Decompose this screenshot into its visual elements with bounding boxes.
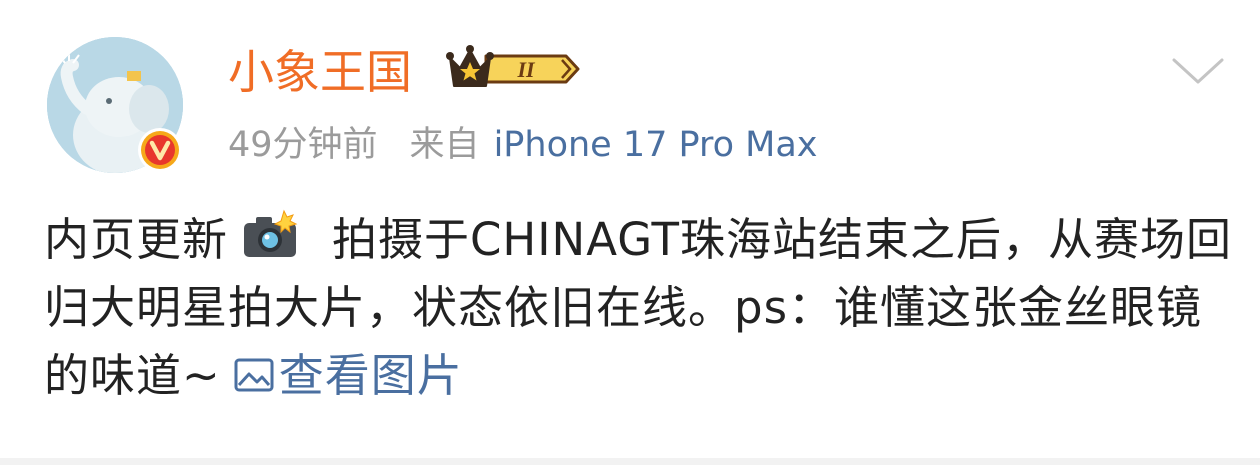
camera-flash-icon bbox=[240, 209, 300, 261]
view-image-label: 查看图片 bbox=[278, 349, 463, 402]
chevron-down-icon[interactable] bbox=[1170, 56, 1226, 86]
post-text-prefix: 内页更新 bbox=[44, 213, 229, 266]
device-link[interactable]: iPhone 17 Pro Max bbox=[494, 125, 818, 165]
avatar[interactable] bbox=[47, 37, 183, 173]
post-text: 内页更新 拍摄于CHINAGT珠海站结束之后，从赛场回归大明星拍大片，状态依旧在… bbox=[44, 206, 1234, 410]
image-icon bbox=[233, 346, 275, 392]
username[interactable]: 小象王国 bbox=[228, 40, 412, 104]
crown-vip-icon[interactable]: II bbox=[446, 44, 582, 94]
post-time: 49分钟前 bbox=[228, 125, 378, 165]
post-meta: 49分钟前 来自 iPhone 17 Pro Max bbox=[228, 120, 818, 170]
vip-level-text: II bbox=[516, 57, 536, 82]
divider bbox=[0, 458, 1260, 465]
view-image-link[interactable]: 查看图片 bbox=[233, 349, 463, 402]
from-label: 来自 bbox=[409, 125, 480, 165]
verified-v-icon bbox=[137, 127, 183, 173]
